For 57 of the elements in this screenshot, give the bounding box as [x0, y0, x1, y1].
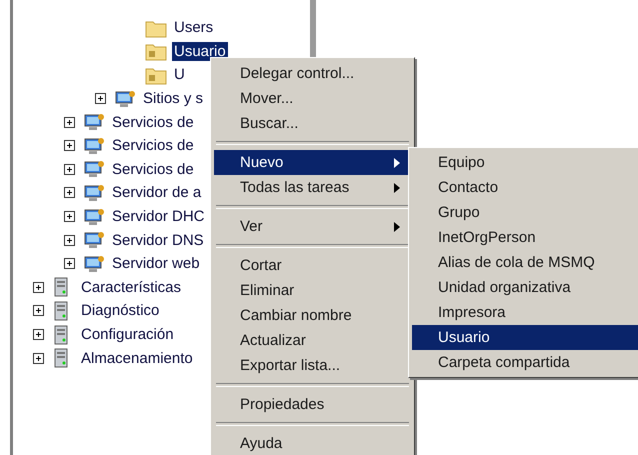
- tree-item[interactable]: Sitios y s: [141, 89, 206, 108]
- expand-icon[interactable]: [64, 234, 75, 246]
- menu-item[interactable]: InetOrgPerson: [412, 225, 638, 250]
- tree-item[interactable]: Configuración: [79, 325, 176, 344]
- expand-icon[interactable]: [33, 329, 44, 340]
- menu-item[interactable]: Buscar...: [214, 111, 411, 136]
- console-icon: [83, 206, 105, 227]
- menu-item[interactable]: Delegar control...: [214, 61, 411, 86]
- tree-item[interactable]: Diagnóstico: [79, 301, 162, 320]
- menu-item[interactable]: Todas las tareas: [214, 175, 411, 200]
- menu-item[interactable]: Eliminar: [214, 278, 411, 303]
- tree-item[interactable]: Servicios de: [110, 112, 196, 132]
- menu-item[interactable]: Impresora: [412, 300, 638, 325]
- menu-item[interactable]: Exportar lista...: [214, 353, 411, 378]
- menu-item[interactable]: Actualizar: [214, 328, 411, 353]
- menu-item[interactable]: Contacto: [412, 175, 638, 200]
- expand-icon[interactable]: [95, 93, 106, 104]
- tree-item[interactable]: Almacenamiento: [79, 348, 195, 368]
- console-icon: [114, 88, 136, 109]
- console-icon: [83, 182, 105, 203]
- menu-item[interactable]: Propiedades: [214, 392, 411, 417]
- console-icon: [83, 136, 105, 156]
- expand-icon[interactable]: [64, 140, 75, 152]
- expand-icon[interactable]: [64, 164, 75, 175]
- tree-item[interactable]: Servidor DNS: [110, 230, 206, 250]
- expand-icon[interactable]: [33, 352, 44, 364]
- menu-item[interactable]: Unidad organizativa: [412, 275, 638, 300]
- expand-icon[interactable]: [64, 211, 75, 222]
- menu-item[interactable]: Mover...: [214, 86, 411, 111]
- tree-item[interactable]: Users: [172, 18, 216, 38]
- menu-item[interactable]: Alias de cola de MSMQ: [412, 250, 638, 275]
- menu-item[interactable]: Carpeta compartida: [412, 350, 638, 375]
- menu-item[interactable]: Equipo: [412, 150, 638, 175]
- menu-item[interactable]: Nuevo: [214, 150, 411, 175]
- tree-item[interactable]: Características: [79, 278, 184, 297]
- menu-item[interactable]: Cambiar nombre: [214, 303, 411, 328]
- menu-item[interactable]: Grupo: [412, 200, 638, 225]
- menu-item[interactable]: Ver: [214, 214, 411, 239]
- console-icon: [83, 112, 105, 132]
- tree-item[interactable]: Servicios de: [110, 160, 196, 179]
- tree-item[interactable]: Servicios de: [110, 136, 196, 156]
- expand-icon[interactable]: [64, 116, 75, 128]
- expand-icon[interactable]: [64, 187, 75, 198]
- expand-icon[interactable]: [64, 258, 75, 270]
- menu-item[interactable]: Ayuda: [214, 431, 411, 455]
- tree-item[interactable]: Usuario: [172, 42, 228, 61]
- console-icon: [83, 230, 105, 250]
- menu-item[interactable]: Usuario: [412, 325, 638, 350]
- tree-item[interactable]: Servidor web: [110, 254, 202, 274]
- tree-item[interactable]: Servidor de a: [110, 183, 204, 202]
- console-icon: [83, 159, 105, 180]
- expand-icon[interactable]: [33, 282, 44, 293]
- tree-item[interactable]: U: [172, 65, 187, 84]
- menu-item[interactable]: Cortar: [214, 253, 411, 278]
- console-icon: [83, 254, 105, 274]
- expand-icon[interactable]: [33, 305, 44, 316]
- tree-item[interactable]: Servidor DHC: [110, 207, 207, 226]
